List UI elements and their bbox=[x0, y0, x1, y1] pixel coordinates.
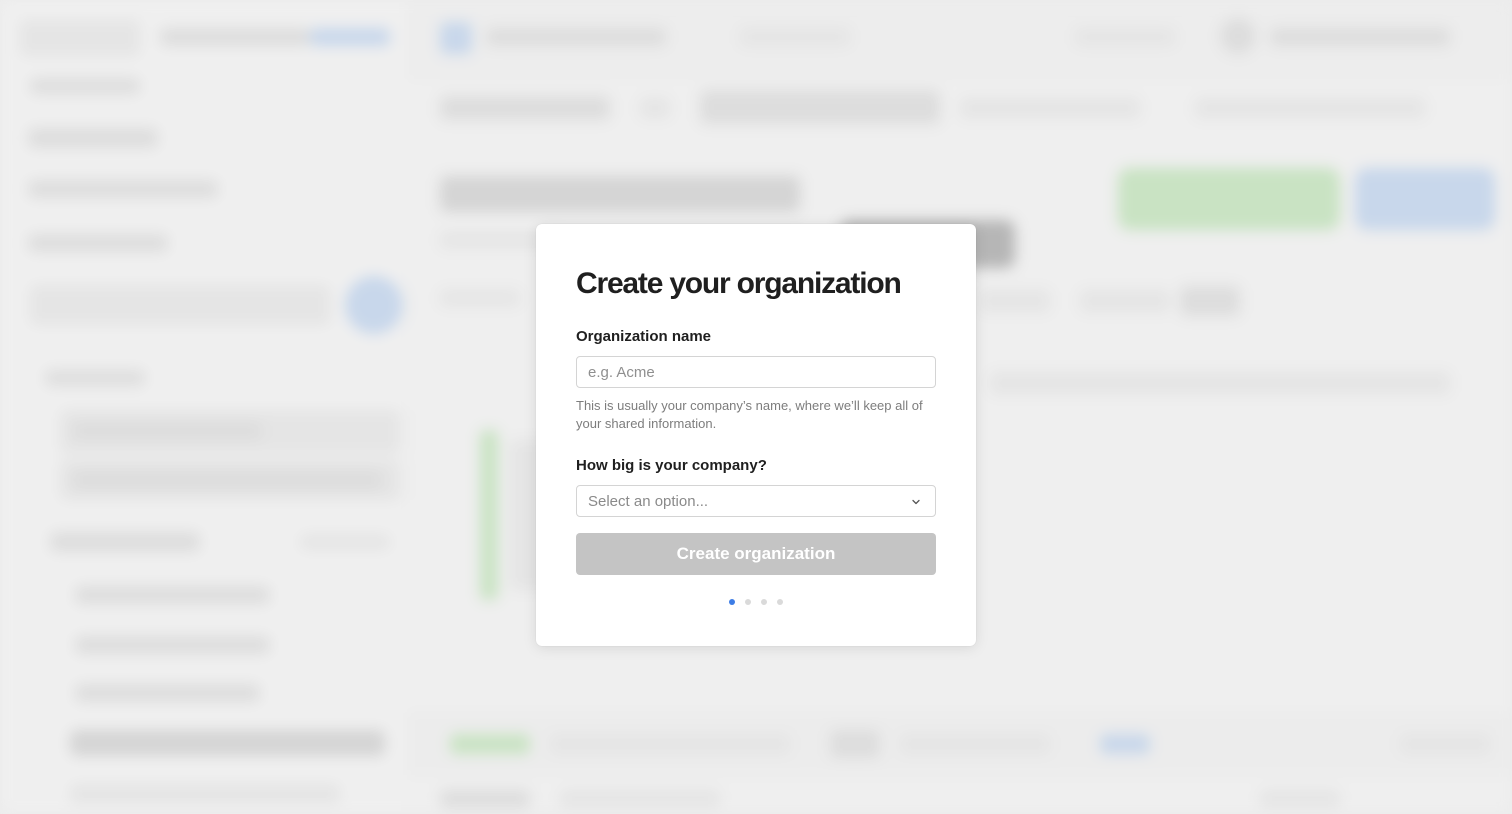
chevron-down-icon bbox=[912, 499, 920, 505]
org-name-label: Organization name bbox=[576, 328, 712, 345]
company-size-selected-value: Select an option... bbox=[588, 492, 709, 510]
company-size-label: How big is your company? bbox=[576, 457, 767, 474]
org-name-hint: This is usually your company’s name, whe… bbox=[576, 398, 923, 431]
step-dot-1 bbox=[729, 599, 735, 605]
step-dot-3 bbox=[761, 599, 767, 605]
company-size-select[interactable]: Select an option... bbox=[576, 485, 936, 517]
step-indicator bbox=[576, 599, 936, 605]
create-organization-button[interactable]: Create organization bbox=[576, 533, 936, 575]
step-dot-4 bbox=[777, 599, 783, 605]
step-dot-2 bbox=[745, 599, 751, 605]
org-name-input[interactable] bbox=[576, 356, 936, 388]
create-organization-modal: Create your organization Organization na… bbox=[536, 224, 976, 646]
modal-title: Create your organization bbox=[576, 267, 902, 300]
